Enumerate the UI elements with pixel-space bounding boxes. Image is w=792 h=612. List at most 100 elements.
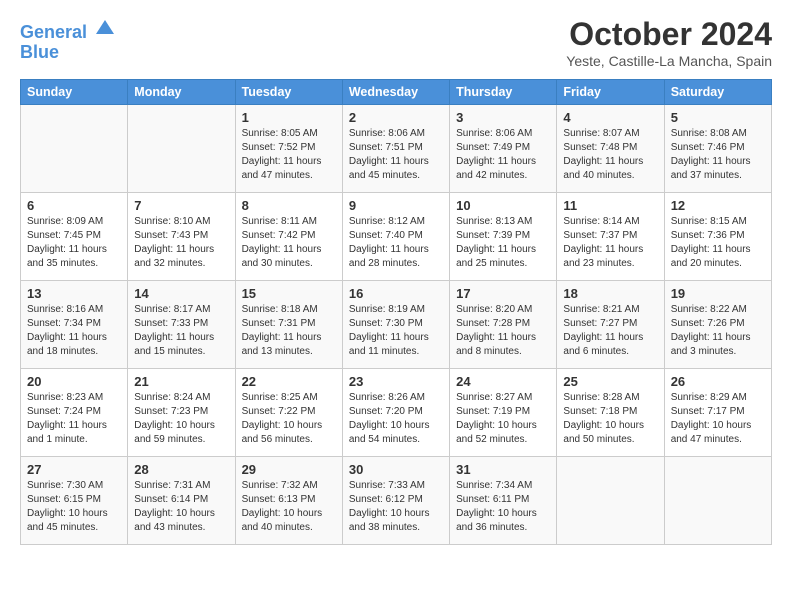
weekday-header: Wednesday <box>342 80 449 105</box>
day-info: Sunrise: 8:10 AM Sunset: 7:43 PM Dayligh… <box>134 215 228 271</box>
month-title: October 2024 <box>566 16 772 53</box>
day-number: 3 <box>456 110 550 125</box>
day-info: Sunrise: 8:19 AM Sunset: 7:30 PM Dayligh… <box>349 303 443 359</box>
day-info: Sunrise: 8:23 AM Sunset: 7:24 PM Dayligh… <box>27 391 121 447</box>
calendar-week-row: 13Sunrise: 8:16 AM Sunset: 7:34 PM Dayli… <box>21 281 772 369</box>
calendar-week-row: 1 Sunrise: 8:05 AM Sunset: 7:52 PM Daylig… <box>21 105 772 193</box>
day-number: 16 <box>349 286 443 301</box>
day-number: 27 <box>27 462 121 477</box>
calendar-cell <box>664 457 771 545</box>
day-info: Sunrise: 8:18 AM Sunset: 7:31 PM Dayligh… <box>242 303 336 359</box>
calendar-cell: 10 Sunrise: 8:13 AM Sunset: 7:39 PM Dayli… <box>450 193 557 281</box>
calendar-cell: 18 Sunrise: 8:21 AM Sunset: 7:27 PM Dayli… <box>557 281 664 369</box>
calendar-cell: 7 Sunrise: 8:10 AM Sunset: 7:43 PM Daylig… <box>128 193 235 281</box>
calendar-cell: 1 Sunrise: 8:05 AM Sunset: 7:52 PM Daylig… <box>235 105 342 193</box>
day-number: 2 <box>349 110 443 125</box>
calendar-cell <box>21 105 128 193</box>
day-info: Sunrise: 8:28 AM Sunset: 7:18 PM Dayligh… <box>563 391 657 447</box>
day-info: Sunrise: 8:15 AM Sunset: 7:36 PM Dayligh… <box>671 215 765 271</box>
day-number: 25 <box>563 374 657 389</box>
calendar-cell: 4 Sunrise: 8:07 AM Sunset: 7:48 PM Daylig… <box>557 105 664 193</box>
day-info: Sunrise: 8:13 AM Sunset: 7:39 PM Dayligh… <box>456 215 550 271</box>
location: Yeste, Castille-La Mancha, Spain <box>566 53 772 69</box>
calendar-cell: 8Sunrise: 8:11 AM Sunset: 7:42 PM Daylig… <box>235 193 342 281</box>
calendar-cell <box>557 457 664 545</box>
day-info: Sunrise: 8:27 AM Sunset: 7:19 PM Dayligh… <box>456 391 550 447</box>
calendar-cell: 29 Sunrise: 7:32 AM Sunset: 6:13 PM Dayli… <box>235 457 342 545</box>
day-number: 23 <box>349 374 443 389</box>
day-number: 28 <box>134 462 228 477</box>
day-number: 1 <box>242 110 336 125</box>
logo-blue: Blue <box>20 43 116 63</box>
weekday-header: Saturday <box>664 80 771 105</box>
calendar-cell: 15Sunrise: 8:18 AM Sunset: 7:31 PM Dayli… <box>235 281 342 369</box>
calendar-week-row: 6Sunrise: 8:09 AM Sunset: 7:45 PM Daylig… <box>21 193 772 281</box>
day-info: Sunrise: 8:08 AM Sunset: 7:46 PM Dayligh… <box>671 127 765 183</box>
calendar-cell: 13Sunrise: 8:16 AM Sunset: 7:34 PM Dayli… <box>21 281 128 369</box>
day-info: Sunrise: 8:22 AM Sunset: 7:26 PM Dayligh… <box>671 303 765 359</box>
day-number: 29 <box>242 462 336 477</box>
calendar-cell: 3 Sunrise: 8:06 AM Sunset: 7:49 PM Daylig… <box>450 105 557 193</box>
weekday-header: Sunday <box>21 80 128 105</box>
day-number: 14 <box>134 286 228 301</box>
calendar-cell: 14 Sunrise: 8:17 AM Sunset: 7:33 PM Dayli… <box>128 281 235 369</box>
calendar-cell: 9Sunrise: 8:12 AM Sunset: 7:40 PM Daylig… <box>342 193 449 281</box>
calendar-cell <box>128 105 235 193</box>
weekday-header: Monday <box>128 80 235 105</box>
day-number: 12 <box>671 198 765 213</box>
day-info: Sunrise: 8:07 AM Sunset: 7:48 PM Dayligh… <box>563 127 657 183</box>
day-number: 20 <box>27 374 121 389</box>
calendar-cell: 6Sunrise: 8:09 AM Sunset: 7:45 PM Daylig… <box>21 193 128 281</box>
calendar-cell: 11Sunrise: 8:14 AM Sunset: 7:37 PM Dayli… <box>557 193 664 281</box>
day-info: Sunrise: 8:06 AM Sunset: 7:49 PM Dayligh… <box>456 127 550 183</box>
day-info: Sunrise: 7:32 AM Sunset: 6:13 PM Dayligh… <box>242 479 336 535</box>
calendar-cell: 21Sunrise: 8:24 AM Sunset: 7:23 PM Dayli… <box>128 369 235 457</box>
calendar-week-row: 27 Sunrise: 7:30 AM Sunset: 6:15 PM Dayli… <box>21 457 772 545</box>
day-number: 31 <box>456 462 550 477</box>
calendar-cell: 23Sunrise: 8:26 AM Sunset: 7:20 PM Dayli… <box>342 369 449 457</box>
day-number: 24 <box>456 374 550 389</box>
calendar-body: 1 Sunrise: 8:05 AM Sunset: 7:52 PM Daylig… <box>21 105 772 545</box>
day-number: 5 <box>671 110 765 125</box>
day-number: 4 <box>563 110 657 125</box>
day-info: Sunrise: 8:05 AM Sunset: 7:52 PM Dayligh… <box>242 127 336 183</box>
calendar-cell: 16 Sunrise: 8:19 AM Sunset: 7:30 PM Dayli… <box>342 281 449 369</box>
logo-general: General <box>20 22 87 42</box>
day-number: 26 <box>671 374 765 389</box>
calendar-cell: 30Sunrise: 7:33 AM Sunset: 6:12 PM Dayli… <box>342 457 449 545</box>
calendar-cell: 26 Sunrise: 8:29 AM Sunset: 7:17 PM Dayli… <box>664 369 771 457</box>
day-number: 30 <box>349 462 443 477</box>
weekday-header: Thursday <box>450 80 557 105</box>
day-info: Sunrise: 7:31 AM Sunset: 6:14 PM Dayligh… <box>134 479 228 535</box>
calendar-table: SundayMondayTuesdayWednesdayThursdayFrid… <box>20 79 772 545</box>
calendar-cell: 2Sunrise: 8:06 AM Sunset: 7:51 PM Daylig… <box>342 105 449 193</box>
calendar-cell: 27 Sunrise: 7:30 AM Sunset: 6:15 PM Dayli… <box>21 457 128 545</box>
day-info: Sunrise: 8:21 AM Sunset: 7:27 PM Dayligh… <box>563 303 657 359</box>
day-number: 21 <box>134 374 228 389</box>
day-info: Sunrise: 7:30 AM Sunset: 6:15 PM Dayligh… <box>27 479 121 535</box>
calendar-cell: 12 Sunrise: 8:15 AM Sunset: 7:36 PM Dayli… <box>664 193 771 281</box>
day-number: 7 <box>134 198 228 213</box>
calendar-cell: 5 Sunrise: 8:08 AM Sunset: 7:46 PM Daylig… <box>664 105 771 193</box>
day-number: 18 <box>563 286 657 301</box>
logo-text: General <box>20 16 116 43</box>
day-info: Sunrise: 8:09 AM Sunset: 7:45 PM Dayligh… <box>27 215 121 271</box>
day-info: Sunrise: 8:16 AM Sunset: 7:34 PM Dayligh… <box>27 303 121 359</box>
calendar-cell: 20 Sunrise: 8:23 AM Sunset: 7:24 PM Dayli… <box>21 369 128 457</box>
calendar-cell: 19 Sunrise: 8:22 AM Sunset: 7:26 PM Dayli… <box>664 281 771 369</box>
day-number: 11 <box>563 198 657 213</box>
day-number: 19 <box>671 286 765 301</box>
calendar-week-row: 20 Sunrise: 8:23 AM Sunset: 7:24 PM Dayli… <box>21 369 772 457</box>
day-info: Sunrise: 7:34 AM Sunset: 6:11 PM Dayligh… <box>456 479 550 535</box>
day-info: Sunrise: 8:17 AM Sunset: 7:33 PM Dayligh… <box>134 303 228 359</box>
day-number: 22 <box>242 374 336 389</box>
day-info: Sunrise: 8:29 AM Sunset: 7:17 PM Dayligh… <box>671 391 765 447</box>
day-info: Sunrise: 8:11 AM Sunset: 7:42 PM Dayligh… <box>242 215 336 271</box>
day-number: 10 <box>456 198 550 213</box>
weekday-header: Tuesday <box>235 80 342 105</box>
calendar-cell: 22Sunrise: 8:25 AM Sunset: 7:22 PM Dayli… <box>235 369 342 457</box>
logo-icon <box>94 16 116 38</box>
calendar-cell: 24 Sunrise: 8:27 AM Sunset: 7:19 PM Dayli… <box>450 369 557 457</box>
calendar-cell: 25 Sunrise: 8:28 AM Sunset: 7:18 PM Dayli… <box>557 369 664 457</box>
day-number: 9 <box>349 198 443 213</box>
